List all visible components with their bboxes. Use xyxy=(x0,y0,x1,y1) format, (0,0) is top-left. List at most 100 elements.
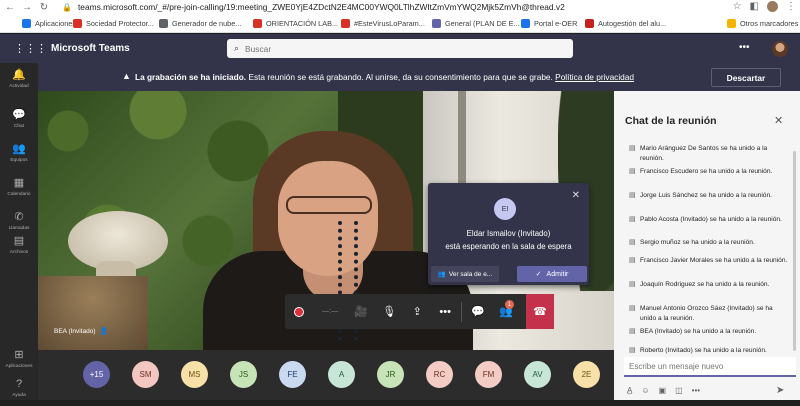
dismiss-button[interactable]: Descartar xyxy=(711,68,781,87)
participant-avatar[interactable]: FM xyxy=(475,361,502,388)
mic-muted-icon[interactable]: 🎙 xyxy=(375,294,403,329)
chat-message-name: Manuel Antonio Orozco Sáez (Invitado) xyxy=(640,305,755,312)
rail-item-archivos[interactable]: ▤ Archivos xyxy=(0,235,38,263)
participant-avatar[interactable]: RC xyxy=(426,361,453,388)
bookmark-item[interactable]: Autogestión del alu... xyxy=(585,19,666,28)
camera-off-icon[interactable]: 🎥 xyxy=(347,294,375,329)
close-icon[interactable]: ✕ xyxy=(572,190,580,201)
rail-item-label: Llamadas xyxy=(8,226,30,231)
chat-scrollbar[interactable] xyxy=(793,151,796,351)
rail-item-equipos[interactable]: 👥 Equipos xyxy=(0,143,38,171)
join-event-icon: ▤ xyxy=(629,257,636,264)
plant-pot xyxy=(38,276,148,350)
chat-message-name: Francisco Escudero xyxy=(640,168,699,175)
rail-item-actividad[interactable]: 🔔 Actividad xyxy=(0,69,38,97)
chat-toggle-icon[interactable]: 💬 xyxy=(464,294,492,329)
profile-avatar[interactable] xyxy=(767,1,778,12)
chat-message: ▤ Manuel Antonio Orozco Sáez (Invitado) s… xyxy=(629,304,789,323)
more-compose-icon[interactable]: ••• xyxy=(692,386,700,395)
video-name-tag: BEA (Invitado) 👤 xyxy=(54,327,108,336)
chat-message-name: Sergio muñoz xyxy=(640,239,681,246)
bookmarks-bar: Aplicaciones Sociedad Protector... Generad… xyxy=(0,16,800,33)
rail-item-calendario[interactable]: ▦ Calendario xyxy=(0,177,38,205)
bookmark-item[interactable]: Portal e-OER xyxy=(521,19,577,28)
address-bar[interactable]: 🔒 teams.microsoft.com/_#/pre-join-callin… xyxy=(62,0,565,14)
chat-message-text: Francisco Javier Morales se ha unido a l… xyxy=(640,256,787,266)
bookmark-item[interactable]: Aplicaciones xyxy=(22,19,76,28)
chat-message-name: Francisco Javier Morales xyxy=(640,257,714,264)
browser-menu-icon[interactable]: ⋮ xyxy=(786,1,796,12)
participant-avatar[interactable]: A xyxy=(328,361,355,388)
chat-message-text: Mario Aránguez De Santos se ha unido a l… xyxy=(640,144,789,163)
rail-item-label: Chat xyxy=(13,124,25,129)
chat-message-text: Joaquín Rodriguez se ha unido a la reuni… xyxy=(640,280,769,290)
forward-icon[interactable]: → xyxy=(20,1,34,15)
chat-message: ▤ Roberto (Invitado) se ha unido a la reu… xyxy=(629,346,789,356)
compose-input[interactable] xyxy=(629,361,789,371)
participant-avatar[interactable]: JS xyxy=(230,361,257,388)
more-options-icon[interactable]: ••• xyxy=(739,42,750,53)
chat-message-name: Jorge Luis Sánchez xyxy=(640,192,698,199)
hang-up-button[interactable]: ☎ xyxy=(525,294,554,329)
bookmark-icon xyxy=(253,19,262,28)
chat-message: ▤ Sergio muñoz se ha unido a la reunión. xyxy=(629,238,789,248)
chat-message: ▤ Francisco Escudero se ha unido a la reu… xyxy=(629,167,789,177)
bookmark-item[interactable]: Sociedad Protector... xyxy=(73,19,154,28)
browser-chrome: ← → ↻ 🔒 teams.microsoft.com/_#/pre-join-… xyxy=(0,0,800,33)
meeting-chat-panel: Chat de la reunión ✕ ▤ Mario Aránguez De … xyxy=(614,91,800,400)
admit-button[interactable]: ✓ Admitir xyxy=(517,266,587,282)
bookmark-item[interactable]: #EsteVirusLoParam... xyxy=(341,19,425,28)
chat-message: ▤ Francisco Javier Morales se ha unido a … xyxy=(629,256,789,266)
star-icon[interactable]: ☆ xyxy=(733,1,742,12)
chat-message: ▤ Joaquín Rodriguez se ha unido a la reun… xyxy=(629,280,789,290)
chat-message-body: se ha unido a la reunión. xyxy=(713,257,788,264)
rail-item-label: Ayuda xyxy=(12,393,26,398)
participant-avatar[interactable]: MS xyxy=(181,361,208,388)
bookmark-item[interactable]: ORIENTACIÓN LAB... xyxy=(253,19,338,28)
participant-avatar[interactable]: FE xyxy=(279,361,306,388)
chat-message-name: Mario Aránguez De Santos xyxy=(640,145,719,152)
bookmark-item[interactable]: General (PLAN DE E... xyxy=(432,19,520,28)
bookmark-icon xyxy=(585,19,594,28)
chat-message-body: se ha unido a la reunión. xyxy=(692,347,767,354)
close-chat-icon[interactable]: ✕ xyxy=(774,114,783,127)
send-icon[interactable]: ➤ xyxy=(776,385,784,396)
recording-text: Esta reunión se está grabando. Al unirse… xyxy=(246,72,556,82)
search-input[interactable] xyxy=(245,43,546,54)
chat-message-text: Pablo Acosta (Invitado) se ha unido a la… xyxy=(640,215,782,225)
more-actions-icon[interactable]: ••• xyxy=(431,294,459,329)
files-icon: ▤ xyxy=(13,235,25,247)
rail-item-chat[interactable]: 💬 Chat xyxy=(0,109,38,137)
participant-avatar[interactable]: +15 xyxy=(83,361,110,388)
app-launcher-icon[interactable]: ⋮⋮⋮ xyxy=(14,42,47,55)
rail-item-aplicaciones[interactable]: ⊞ Aplicaciones xyxy=(0,349,38,377)
bookmark-item[interactable]: Generador de nube... xyxy=(159,19,241,28)
join-event-icon: ▤ xyxy=(629,328,636,335)
lobby-notification: ✕ EI Eldar Ismailov (Invitado) está espe… xyxy=(428,183,589,285)
format-icon[interactable]: A̲ xyxy=(627,386,632,395)
bookmark-icon xyxy=(521,19,530,28)
rail-item-ayuda[interactable]: ? Ayuda xyxy=(0,378,38,406)
participants-strip: +15 SM MS JS FE A JR RC FM AV 2E xyxy=(38,350,614,400)
call-timer: —:— xyxy=(322,308,339,315)
gif-icon[interactable]: ▣ xyxy=(659,386,667,395)
reload-icon[interactable]: ↻ xyxy=(37,1,51,15)
search-box[interactable]: ⌕ xyxy=(227,39,573,58)
share-screen-icon[interactable]: ⇪ xyxy=(403,294,431,329)
privacy-link[interactable]: Política de privacidad xyxy=(555,72,634,82)
back-icon[interactable]: ← xyxy=(3,1,17,15)
view-lobby-button[interactable]: 👥 Ver sala de e... xyxy=(431,266,499,282)
participants-icon[interactable]: 👥 1 xyxy=(492,294,520,329)
participant-avatar[interactable]: 2E xyxy=(573,361,600,388)
emoji-icon[interactable]: ☺ xyxy=(641,386,649,395)
participant-avatar[interactable]: JR xyxy=(377,361,404,388)
chat-message: ▤ Jorge Luis Sánchez se ha unido a la reu… xyxy=(629,191,789,201)
participant-avatar[interactable]: SM xyxy=(132,361,159,388)
extension-icon[interactable]: ◧ xyxy=(750,1,759,12)
user-avatar[interactable] xyxy=(772,41,788,57)
participant-avatar[interactable]: AV xyxy=(524,361,551,388)
bookmark-item[interactable]: Otros marcadores xyxy=(727,19,798,28)
sticker-icon[interactable]: ◫ xyxy=(675,386,683,395)
bookmark-label: Aplicaciones xyxy=(35,19,76,28)
compose-box[interactable] xyxy=(624,357,796,377)
